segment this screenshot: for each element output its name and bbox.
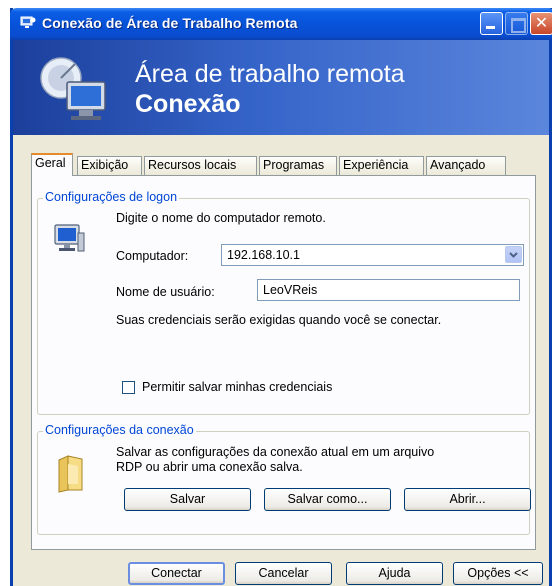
remote-desktop-icon — [20, 16, 36, 28]
tab-panel-geral: Configurações de logon Digite o nome do … — [31, 175, 536, 550]
cancel-button[interactable]: Cancelar — [235, 562, 332, 585]
connect-button[interactable]: Conectar — [128, 562, 225, 585]
connection-settings-legend: Configurações da conexão — [43, 423, 196, 437]
banner-title: Área de trabalho remota — [135, 60, 405, 88]
folder-icon — [58, 455, 83, 493]
computer-icon — [54, 224, 85, 252]
connection-description-line1: Salvar as configurações da conexão atual… — [116, 445, 435, 459]
tab-avancado[interactable]: Avançado — [426, 156, 506, 175]
header-banner: Área de trabalho remota Conexão — [13, 40, 549, 135]
connection-description-line2: RDP ou abrir uma conexão salva. — [116, 460, 303, 474]
save-credentials-checkbox[interactable] — [122, 381, 135, 394]
options-button[interactable]: Opções << — [453, 562, 543, 585]
tab-programas[interactable]: Programas — [259, 156, 337, 175]
title-bar[interactable]: Conexão de Área de Trabalho Remota ✕ — [10, 8, 552, 40]
window-title: Conexão de Área de Trabalho Remota — [42, 15, 298, 31]
chevron-down-icon — [509, 252, 518, 258]
logon-settings-group: Configurações de logon Digite o nome do … — [37, 190, 530, 415]
maximize-button[interactable] — [505, 12, 528, 35]
close-icon: ✕ — [534, 15, 549, 32]
tab-geral[interactable]: Geral — [31, 153, 73, 176]
username-label: Nome de usuário: — [116, 285, 215, 299]
help-button[interactable]: Ajuda — [346, 562, 443, 585]
connection-settings-group: Configurações da conexão Salvar as confi… — [37, 423, 531, 535]
computer-label: Computador: — [116, 249, 189, 263]
credentials-note: Suas credenciais serão exigidas quando v… — [116, 313, 442, 327]
save-button[interactable]: Salvar — [124, 488, 251, 511]
computer-dropdown-button[interactable] — [505, 246, 522, 263]
computer-value: 192.168.10.1 — [227, 248, 300, 262]
username-value: LeoVReis — [263, 283, 318, 297]
save-as-button[interactable]: Salvar como... — [264, 488, 391, 511]
logon-settings-legend: Configurações de logon — [43, 190, 180, 204]
instruction-text: Digite o nome do computador remoto. — [116, 211, 326, 225]
monitor-satellite-icon — [40, 57, 106, 120]
save-credentials-label[interactable]: Permitir salvar minhas credenciais — [142, 380, 332, 394]
tab-recursos-locais[interactable]: Recursos locais — [144, 156, 257, 175]
open-button[interactable]: Abrir... — [404, 488, 531, 511]
tab-exibicao[interactable]: Exibição — [77, 156, 142, 175]
close-button[interactable]: ✕ — [530, 12, 552, 35]
tab-experiencia[interactable]: Experiência — [339, 156, 424, 175]
banner-subtitle: Conexão — [135, 90, 241, 118]
username-input[interactable]: LeoVReis — [257, 279, 520, 301]
computer-combobox[interactable]: 192.168.10.1 — [221, 244, 524, 266]
remote-desktop-window: Conexão de Área de Trabalho Remota ✕ Áre… — [10, 8, 552, 586]
minimize-button[interactable] — [480, 12, 503, 35]
